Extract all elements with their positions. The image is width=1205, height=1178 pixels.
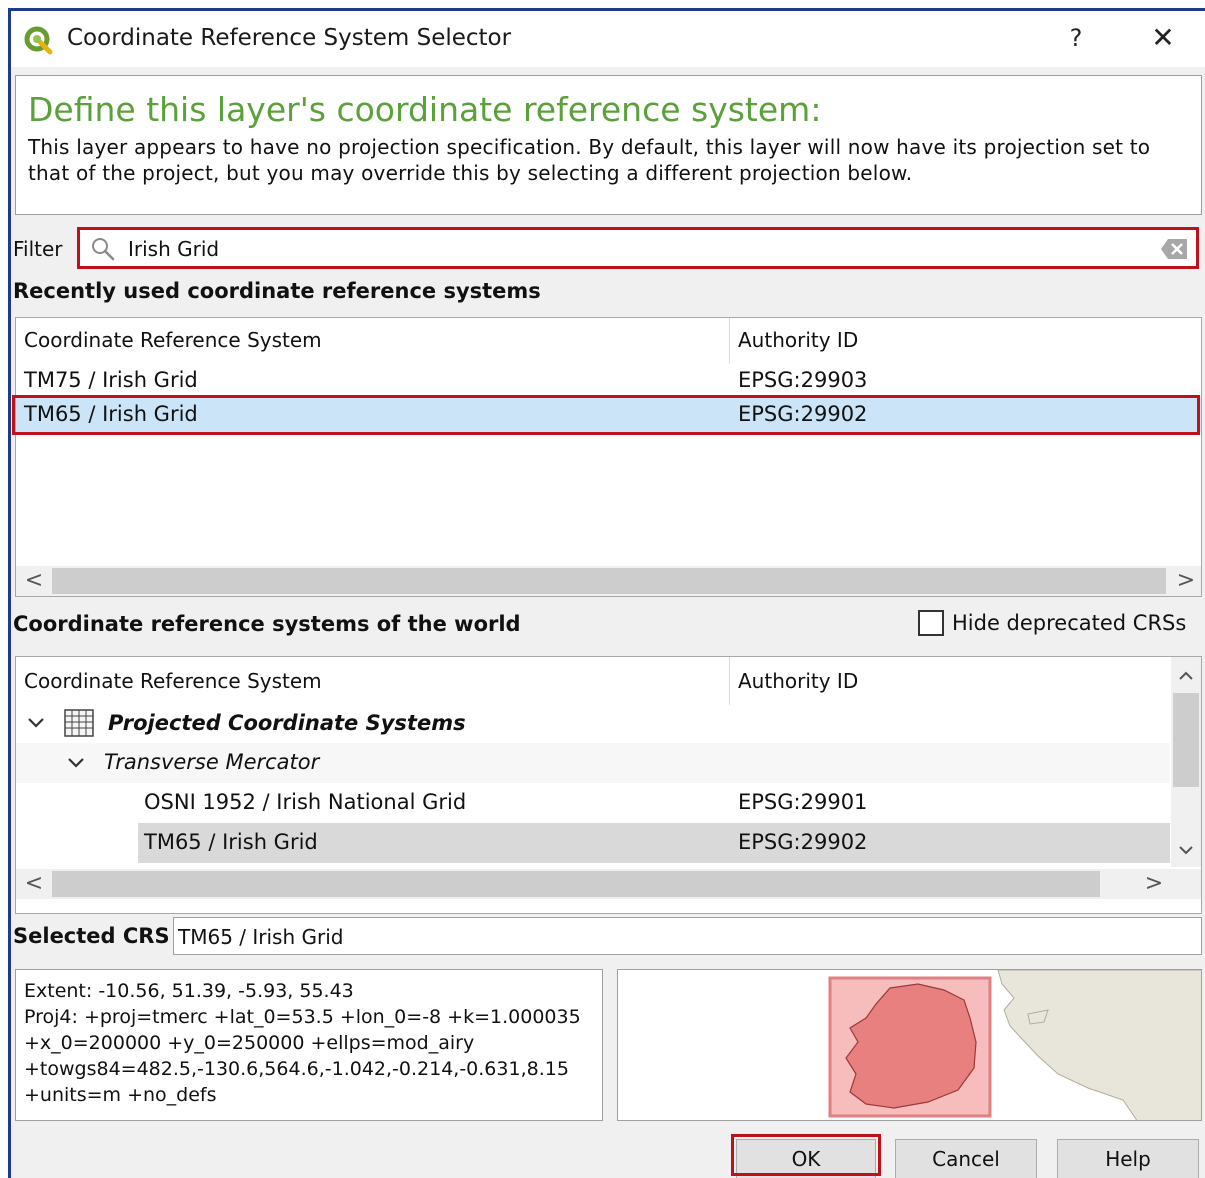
info-description: This layer appears to have no projection… [28,135,1151,185]
crs-name: TM65 / Irish Grid [144,830,318,854]
scroll-left-icon[interactable]: < [22,871,46,896]
column-divider [729,318,730,364]
world-crs-heading: Coordinate reference systems of the worl… [13,612,521,636]
qgis-logo-icon [24,26,53,55]
tree-subgroup-row[interactable]: Transverse Mercator [16,743,1170,783]
table-row[interactable]: TM75 / Irish Grid EPSG:29903 [16,364,1201,398]
proj4-line: Proj4: +proj=tmerc +lat_0=53.5 +lon_0=-8… [24,1006,581,1028]
world-crs-tree: Coordinate Reference System Authority ID… [15,656,1202,914]
info-panel: Define this layer's coordinate reference… [15,75,1202,215]
clear-icon[interactable] [1160,238,1188,260]
scroll-down-icon[interactable] [1177,843,1195,857]
world-col-authority[interactable]: Authority ID [738,669,858,693]
scroll-right-icon[interactable]: > [1142,871,1166,896]
authority-id: EPSG:29901 [738,790,868,814]
tree-item-row-selected[interactable]: TM65 / Irish Grid EPSG:29902 [138,823,1170,863]
chevron-down-icon[interactable] [26,715,46,731]
projection-details: Extent: -10.56, 51.39, -5.93, 55.43 Proj… [15,969,603,1121]
authority-id: EPSG:29903 [738,368,868,392]
extent-map-preview [617,969,1202,1121]
title-bar: Coordinate Reference System Selector ? ✕ [11,11,1205,67]
subgroup-label: Transverse Mercator [104,750,320,774]
grid-icon [64,709,94,737]
selected-crs-value: TM65 / Irish Grid [178,925,344,949]
highlight-box [12,395,1200,435]
horizontal-scrollbar[interactable]: < > [16,566,1201,596]
scroll-up-icon[interactable] [1177,669,1195,683]
proj4-line: +towgs84=482.5,-130.6,564.6,-1.042,-0.21… [24,1058,569,1080]
tree-item-row[interactable]: OSNI 1952 / Irish National Grid EPSG:299… [16,783,1170,823]
cancel-button[interactable]: Cancel [895,1139,1037,1178]
hide-deprecated-label[interactable]: Hide deprecated CRSs [952,611,1186,635]
scrollbar-thumb[interactable] [52,568,1166,594]
recent-col-crs[interactable]: Coordinate Reference System [24,328,322,352]
filter-label: Filter [13,237,63,261]
filter-field[interactable] [77,227,1199,269]
scrollbar-thumb[interactable] [1173,693,1199,787]
group-label: Projected Coordinate Systems [108,711,466,735]
hide-deprecated-checkbox[interactable] [918,610,944,636]
proj4-line: +units=m +no_defs [24,1084,217,1106]
extent-text: Extent: -10.56, 51.39, -5.93, 55.43 [24,980,354,1002]
scrollbar-thumb[interactable] [52,871,1100,897]
vertical-scrollbar[interactable] [1171,657,1201,867]
world-col-crs[interactable]: Coordinate Reference System [24,669,322,693]
recent-crs-table: Coordinate Reference System Authority ID… [15,317,1202,597]
help-icon[interactable]: ? [1061,21,1091,55]
crs-name: OSNI 1952 / Irish National Grid [144,790,467,814]
horizontal-scrollbar[interactable]: < > [16,869,1201,899]
scroll-left-icon[interactable]: < [22,568,46,593]
authority-id: EPSG:29902 [738,830,868,854]
selected-crs-label: Selected CRS [13,924,170,948]
close-icon[interactable]: ✕ [1145,21,1181,55]
help-button[interactable]: Help [1057,1139,1199,1178]
filter-input[interactable] [128,235,1128,263]
column-divider [729,657,730,705]
proj4-line: +x_0=200000 +y_0=250000 +ellps=mod_airy [24,1032,475,1054]
crs-selector-dialog: Coordinate Reference System Selector ? ✕… [8,8,1205,1178]
search-icon [92,238,115,261]
tree-group-row[interactable]: Projected Coordinate Systems [16,705,1170,743]
scroll-right-icon[interactable]: > [1174,568,1198,593]
info-title: Define this layer's coordinate reference… [28,90,822,129]
recent-crs-heading: Recently used coordinate reference syste… [13,279,541,303]
selected-crs-field[interactable]: TM65 / Irish Grid [173,917,1202,955]
chevron-down-icon[interactable] [66,755,86,771]
window-title: Coordinate Reference System Selector [67,25,512,51]
map-preview-image [828,970,1201,1120]
recent-col-authority[interactable]: Authority ID [738,328,858,352]
highlight-box [731,1134,881,1176]
crs-name: TM75 / Irish Grid [24,368,198,392]
